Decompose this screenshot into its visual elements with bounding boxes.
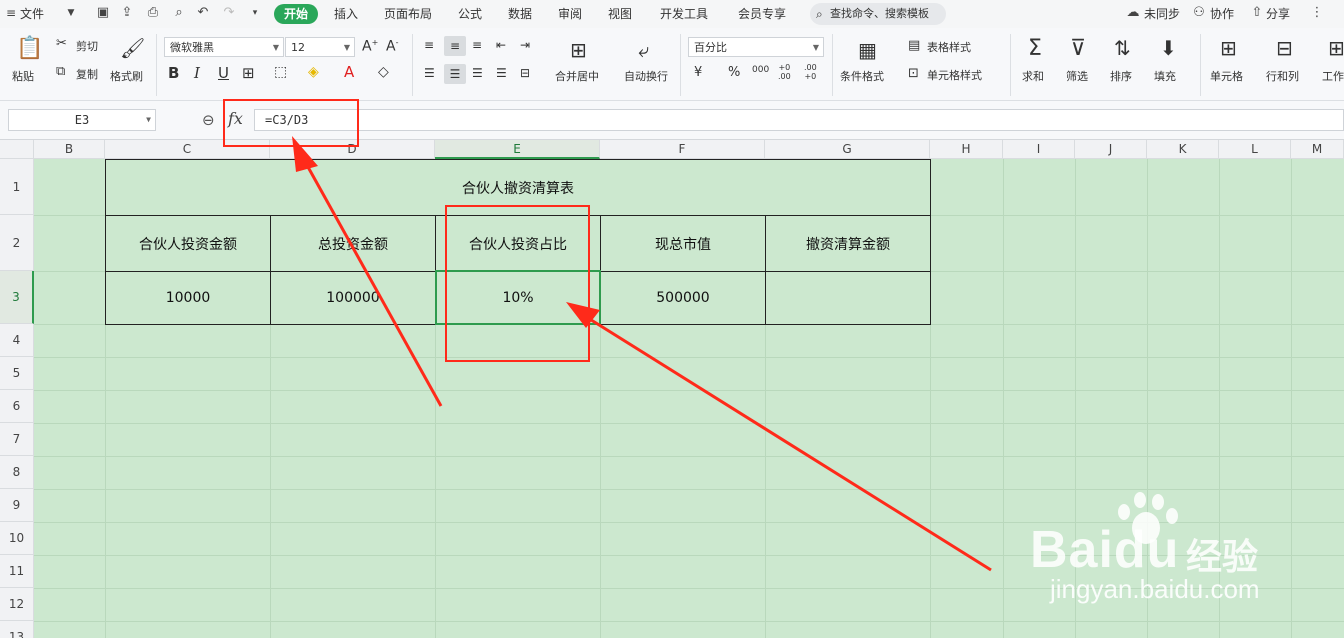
arrow-line-ratio	[587, 316, 992, 572]
watermark-cn: 经验	[1186, 537, 1259, 578]
arrow-head-ratio	[566, 302, 600, 328]
watermark-brand: Baidu	[1030, 521, 1180, 579]
watermark-url: jingyan.baidu.com	[1050, 574, 1260, 604]
arrow-head-formula	[292, 136, 318, 172]
arrow-line-formula	[301, 157, 443, 407]
